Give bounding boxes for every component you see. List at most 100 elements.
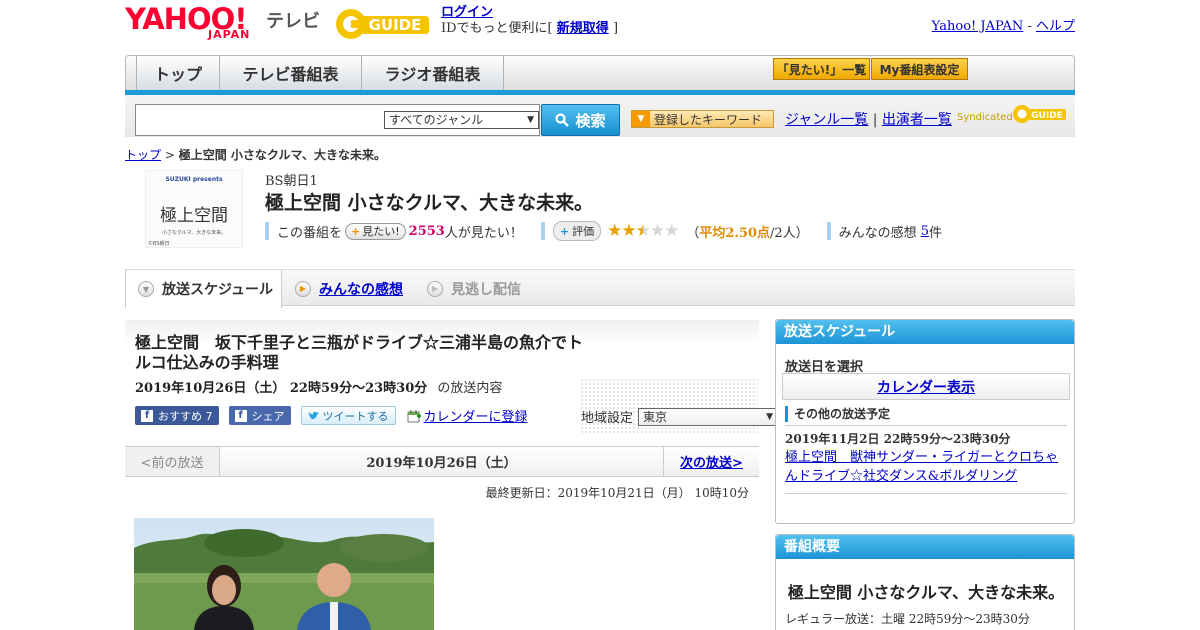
star-icon: ★	[607, 221, 622, 241]
registered-keyword-button[interactable]: ▼ 登録したキーワード	[631, 110, 774, 128]
other-broadcast-item[interactable]: 極上空間 獣神サンダー・ライガーとクロちゃんドライブ☆社交ダンス&ボルダリング	[785, 448, 1067, 486]
triangle-down-icon: ▼	[632, 111, 650, 127]
program-info-row: この番組を + 見たい! 2553 人が見たい！ + 評価 ★★★★★ （平均2…	[265, 221, 942, 241]
genre-select-value: すべてのジャンル	[389, 113, 484, 127]
average-open-paren: （	[686, 225, 700, 241]
yahoo-japan-logo-text: JAPAN	[208, 28, 251, 41]
average-score: 平均2.50点	[699, 225, 771, 241]
broadcast-pager: <前の放送 2019年10月26日（土） 次の放送>	[125, 446, 759, 477]
facebook-recommend-button[interactable]: f おすすめ 7	[135, 406, 219, 425]
next-broadcast-link[interactable]: 次の放送>	[680, 452, 743, 471]
program-summary-sidebar: 番組概要 極上空間 小さなクルマ、大きな未来。 レギュラー放送：土曜 22時59…	[775, 534, 1075, 630]
nav-tab-radio-schedule[interactable]: ラジオ番組表	[362, 56, 504, 90]
next-broadcast[interactable]: 次の放送>	[663, 447, 759, 476]
search-button-label: 検索	[575, 111, 606, 130]
facebook-recommend-label: おすすめ 7	[158, 409, 213, 423]
calendar-register[interactable]: カレンダーに登録	[406, 406, 528, 425]
facebook-share-button[interactable]: f シェア	[228, 406, 291, 425]
tab-schedule[interactable]: ▼ 放送スケジュール	[125, 270, 282, 308]
facebook-share-label: シェア	[251, 409, 285, 423]
gguide-logo-text: GUIDE	[369, 16, 422, 34]
episode-date-value: 2019年10月26日（土） 22時59分～23時30分	[135, 381, 428, 396]
login-link[interactable]: ログイン	[441, 5, 493, 20]
prev-broadcast: <前の放送	[125, 447, 220, 476]
impressions-suffix: 件	[928, 225, 942, 241]
breadcrumb-current: 極上空間 小さなクルマ、大きな未来。	[178, 148, 386, 162]
calendar-view-button[interactable]: カレンダー表示	[782, 373, 1070, 400]
play-icon: ▶	[427, 280, 443, 297]
other-broadcast-date: 2019年11月2日 22時59分～23時30分	[785, 432, 1011, 446]
info-separator	[265, 222, 269, 240]
top-link-separator: -	[1027, 19, 1032, 34]
tab-schedule-label: 放送スケジュール	[162, 282, 274, 298]
gguide-small-logo: GUIDE	[1013, 105, 1066, 123]
impressions-label: みんなの感想	[838, 225, 917, 241]
calendar-view-link[interactable]: カレンダー表示	[877, 377, 975, 397]
id-promo-close: ]	[612, 21, 619, 36]
calendar-add-icon	[407, 409, 421, 422]
nav-tab-top[interactable]: トップ	[136, 56, 220, 90]
other-broadcast-link[interactable]: 極上空間 獣神サンダー・ライガーとクロちゃんドライブ☆社交ダンス&ボルダリング	[785, 450, 1058, 484]
heading-bar	[785, 405, 788, 422]
thumbnail-subtitle-text: 小さなクルマ、大きな未来。	[162, 229, 227, 236]
performer-list-link[interactable]: 出演者一覧	[882, 112, 952, 128]
my-schedule-button[interactable]: My番組表設定	[871, 58, 968, 80]
rate-button[interactable]: + 評価	[552, 221, 602, 241]
thumbnail-credit-text: ©BS朝日	[148, 240, 170, 247]
register-link[interactable]: 新規取得	[557, 21, 609, 36]
yahoo-japan-link[interactable]: Yahoo! JAPAN	[932, 19, 1024, 34]
facebook-icon: f	[141, 409, 153, 422]
program-summary-heading: 番組概要	[776, 535, 1074, 559]
regular-broadcast-info: レギュラー放送：土曜 22時59分～23時30分	[785, 612, 1030, 626]
program-tab-bar: ▼ 放送スケジュール ▶ みんなの感想 ▶ 見逃し配信	[125, 269, 1075, 308]
tab-missed-streaming[interactable]: ▶ 見逃し配信	[427, 270, 557, 307]
star-icon: ★	[664, 221, 679, 241]
star-icon: ★	[649, 221, 665, 241]
nav-tab-tv-schedule[interactable]: テレビ番組表	[220, 56, 362, 90]
other-broadcasts-label: その他の放送予定	[794, 407, 891, 421]
region-select[interactable]: 東京 ▼	[638, 407, 779, 426]
want-list-button[interactable]: 「見たい!」一覧	[773, 58, 870, 80]
region-setting: 地域設定 東京 ▼	[581, 407, 779, 426]
program-title: 極上空間 小さなクルマ、大きな未来。	[265, 192, 594, 214]
summary-program-title: 極上空間 小さなクルマ、大きな未来。	[787, 583, 1065, 602]
search-links: ジャンル一覧 | 出演者一覧	[785, 109, 952, 129]
registered-keyword-label: 登録したキーワード	[654, 112, 763, 127]
impressions-count-link[interactable]: 5	[921, 224, 929, 239]
last-updated: 最終更新日：2019年10月21日（月） 10時10分	[485, 486, 749, 500]
program-channel: BS朝日1	[265, 174, 318, 189]
average-count: /2人）	[770, 225, 809, 241]
tab-missed-label: 見逃し配信	[451, 281, 521, 298]
gguide-small-logo-text: GUIDE	[1031, 111, 1063, 121]
search-button[interactable]: 検索	[541, 104, 620, 136]
region-label: 地域設定	[581, 411, 634, 426]
syndicated-text: Syndicated	[957, 112, 1013, 123]
want-count: 2553	[408, 223, 445, 239]
schedule-sidebar: 放送スケジュール 放送日を選択 カレンダー表示 その他の放送予定 2019年11…	[775, 319, 1075, 524]
episode-photo	[134, 518, 434, 630]
thumbnail-sponsor-text: SUZUKI presents	[165, 176, 222, 183]
top-links: Yahoo! JAPAN - ヘルプ	[932, 15, 1075, 34]
login-block: ログイン IDでもっと便利に[ 新規取得 ]	[441, 5, 618, 37]
calendar-register-link[interactable]: カレンダーに登録	[424, 406, 528, 425]
program-thumbnail: SUZUKI presents 極上空間 小さなクルマ、大きな未来。 ©BS朝日	[145, 170, 243, 248]
play-icon: ▶	[295, 280, 311, 297]
genre-list-link[interactable]: ジャンル一覧	[785, 112, 868, 128]
star-rating: ★★★★★	[607, 221, 679, 241]
tweet-button[interactable]: ツイートする	[300, 406, 396, 425]
main-nav: トップ テレビ番組表 ラジオ番組表 「見たい!」一覧 My番組表設定	[125, 55, 1075, 91]
facebook-icon: f	[234, 409, 247, 422]
want-button-label: 見たい!	[362, 225, 400, 238]
tab-impressions-link[interactable]: みんなの感想	[319, 279, 403, 299]
breadcrumb-top-link[interactable]: トップ	[125, 148, 161, 162]
genre-select[interactable]: すべてのジャンル ▼	[384, 111, 539, 129]
tab-impressions[interactable]: ▶ みんなの感想	[295, 270, 425, 307]
pager-date: 2019年10月26日（土）	[366, 456, 517, 471]
want-to-watch-button[interactable]: + 見たい!	[345, 222, 406, 240]
this-program-label: この番組を	[277, 225, 343, 241]
info-separator	[826, 222, 831, 240]
plus-icon: +	[351, 224, 361, 238]
divider	[785, 425, 1067, 426]
help-link[interactable]: ヘルプ	[1036, 19, 1075, 34]
divider	[785, 493, 1067, 494]
